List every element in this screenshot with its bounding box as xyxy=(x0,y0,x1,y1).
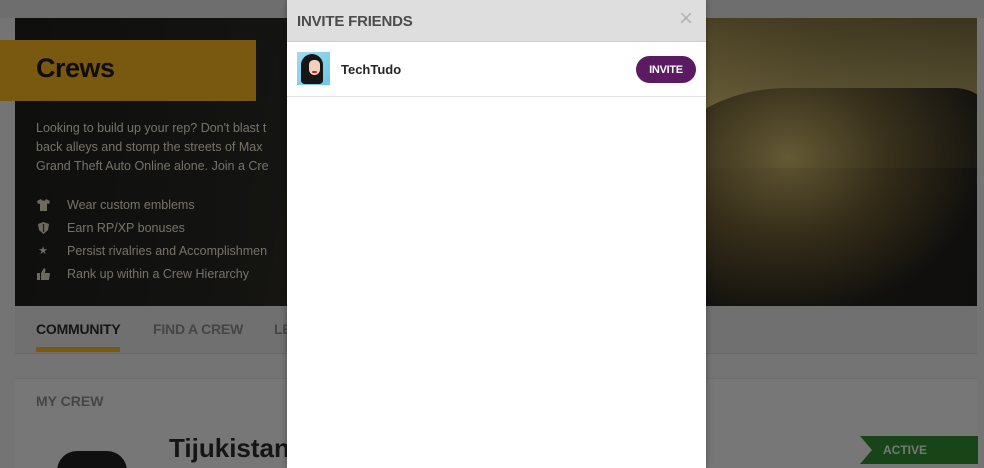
friend-name: TechTudo xyxy=(341,62,402,77)
invite-button[interactable]: INVITE xyxy=(636,56,696,83)
modal-title: INVITE FRIENDS xyxy=(297,13,413,30)
friend-list-item: TechTudo INVITE xyxy=(287,43,706,97)
modal-header: INVITE FRIENDS × xyxy=(287,0,706,42)
close-icon[interactable]: × xyxy=(676,7,696,31)
invite-friends-modal: INVITE FRIENDS × TechTudo INVITE xyxy=(287,0,706,468)
avatar xyxy=(297,52,330,85)
